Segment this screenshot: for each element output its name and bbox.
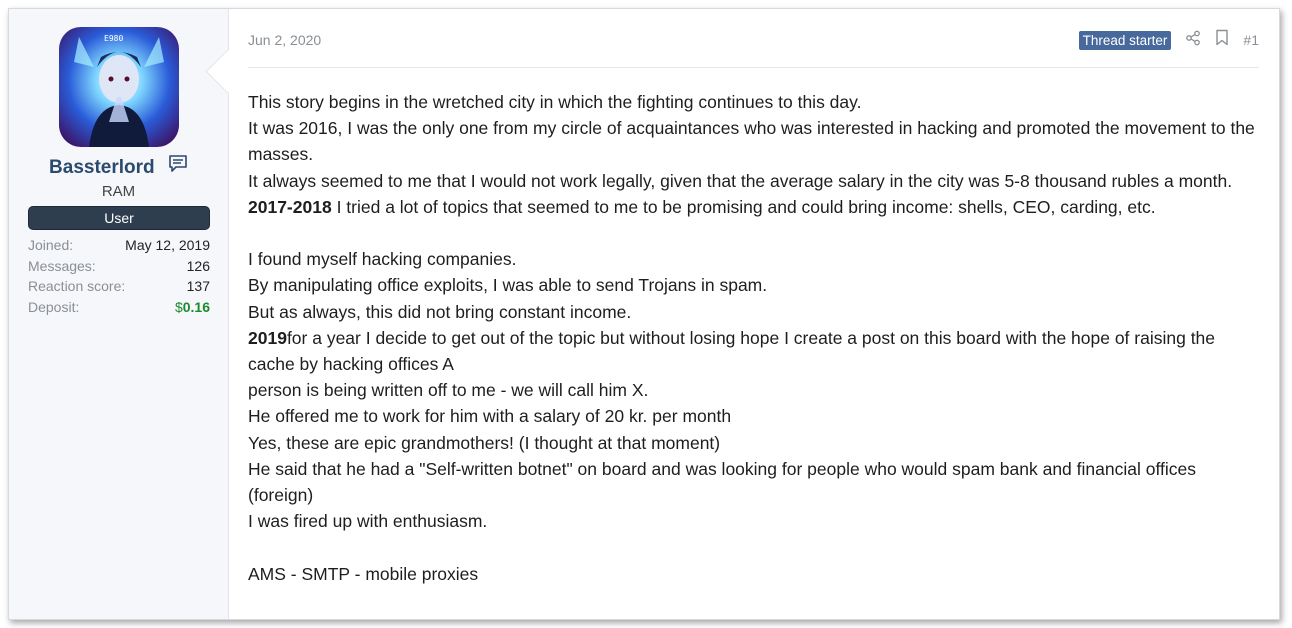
stat-reaction-score: Reaction score: 137	[28, 276, 210, 297]
post-main: Jun 2, 2020 Thread starter #1 This story…	[229, 9, 1279, 619]
share-icon[interactable]	[1185, 30, 1201, 51]
post-line: I was fired up with enthusiasm.	[248, 511, 488, 532]
svg-text:E980: E980	[104, 34, 123, 43]
post-line: But as always, this did not bring consta…	[248, 301, 632, 322]
username-row: Bassterlord	[9, 155, 228, 179]
stat-value: 137	[186, 278, 210, 294]
user-sidebar: E980 Bassterlord RAM User Joined: May 12…	[9, 9, 229, 619]
stat-label: Messages:	[28, 257, 96, 274]
post-date[interactable]: Jun 2, 2020	[248, 32, 321, 48]
post-line: I found myself hacking companies.	[248, 249, 517, 270]
user-banner: User	[28, 206, 210, 230]
user-extra-stats: Joined: May 12, 2019 Messages: 126 React…	[28, 235, 210, 317]
post-number-link[interactable]: #1	[1243, 32, 1259, 48]
user-title: RAM	[101, 183, 136, 200]
currency-symbol: $	[174, 298, 183, 315]
stat-label: Deposit:	[28, 298, 80, 315]
post-text: for a year I decide to get out of the to…	[248, 327, 1216, 375]
stat-deposit: Deposit: $0.16	[28, 297, 210, 318]
post-text: I tried a lot of topics that seemed to m…	[331, 196, 1156, 217]
post-actions: Thread starter #1	[1078, 29, 1259, 51]
forum-post: E980 Bassterlord RAM User Joined: May 12…	[8, 8, 1280, 620]
post-line: He said that he had a "Self-written botn…	[248, 458, 1196, 506]
user-avatar[interactable]: E980	[59, 27, 179, 147]
post-line: 2019for a year I decide to get out of th…	[248, 325, 1259, 377]
post-line: By manipulating office exploits, I was a…	[248, 275, 768, 296]
bold-text: 2017-2018	[248, 196, 332, 217]
post-body: This story begins in the wretched city i…	[248, 89, 1259, 587]
bold-text: 2019	[248, 327, 287, 348]
deposit-value: $0.16	[175, 297, 210, 318]
stat-label: Joined:	[28, 237, 74, 253]
thread-starter-badge: Thread starter	[1078, 30, 1172, 50]
stat-value[interactable]: 126	[187, 256, 210, 277]
post-line: Yes, these are epic grandmothers! (I tho…	[248, 432, 721, 453]
post-line: It always seemed to me that I would not …	[248, 170, 1233, 191]
post-line: He offered me to work for him with a sal…	[248, 406, 732, 427]
post-line: It was 2016, I was the only one from my …	[248, 118, 1255, 165]
post-line: 2017-2018 I tried a lot of topics that s…	[248, 194, 1259, 220]
stat-value: May 12, 2019	[125, 237, 210, 253]
post-line: This story begins in the wretched city i…	[248, 92, 862, 112]
deposit-amount: 0.16	[182, 298, 210, 315]
post-line: AMS - SMTP - mobile proxies	[248, 563, 479, 584]
username-link[interactable]: Bassterlord	[49, 157, 155, 178]
post-line: person is being written off to me - we w…	[248, 380, 649, 401]
bookmark-icon[interactable]	[1215, 29, 1229, 51]
stat-joined: Joined: May 12, 2019	[28, 235, 210, 256]
stat-label: Reaction score:	[28, 278, 126, 294]
header-divider	[248, 67, 1259, 68]
message-icon[interactable]	[168, 153, 188, 179]
stat-messages: Messages: 126	[28, 256, 210, 277]
